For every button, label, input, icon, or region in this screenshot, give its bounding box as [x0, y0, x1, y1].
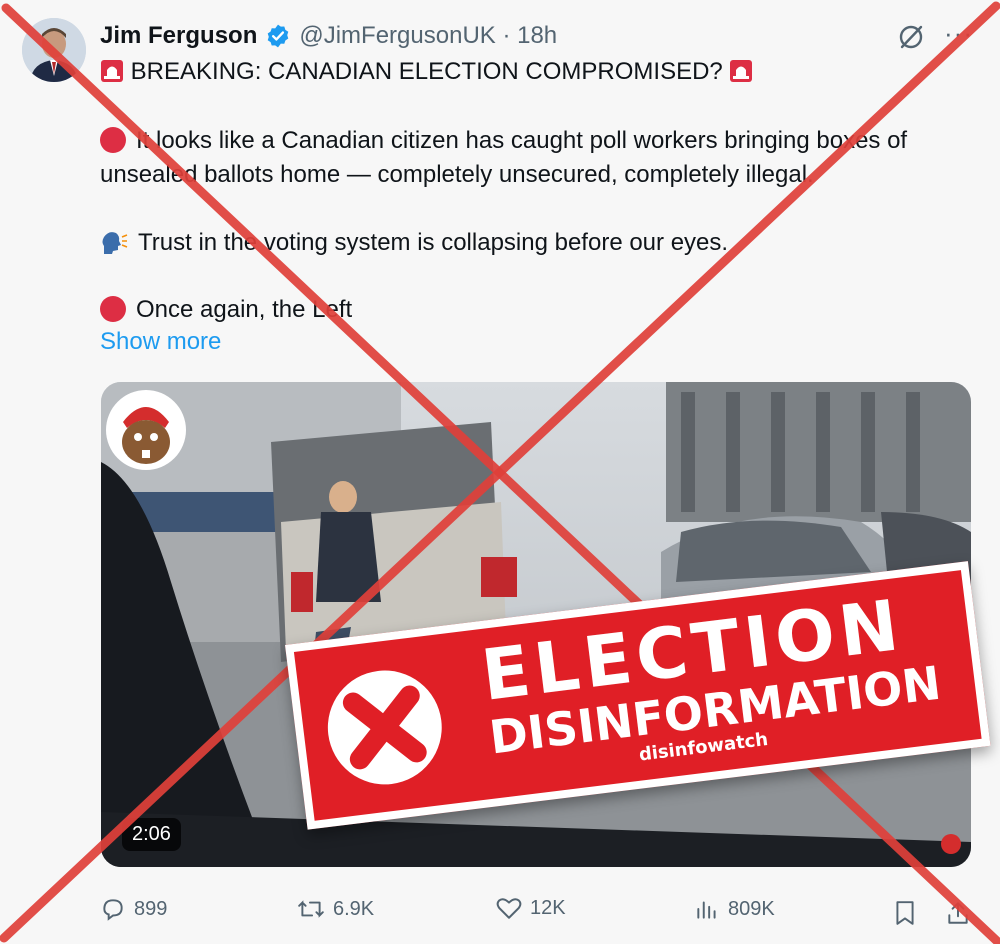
grok-icon[interactable] — [896, 22, 926, 52]
like-count: 12K — [530, 896, 566, 919]
paragraph-1-line-1: It looks like a Canadian citizen has cau… — [136, 127, 908, 154]
video-duration: 2:06 — [122, 818, 181, 851]
author-handle[interactable]: @JimFergusonUK · 18h — [299, 22, 557, 50]
tweet-headline: BREAKING: CANADIAN ELECTION COMPROMISED? — [100, 58, 753, 86]
speaking-head-icon — [102, 232, 128, 254]
paragraph-1-line-2: unsealed ballots home — completely unsec… — [100, 161, 814, 188]
repost-icon — [298, 900, 324, 918]
red-circle-icon — [100, 127, 126, 153]
views-chart-icon — [697, 901, 716, 919]
headline-text: BREAKING: CANADIAN ELECTION COMPROMISED? — [124, 58, 730, 85]
action-bar: 899 6.9K 12K 809K — [100, 896, 980, 932]
avatar[interactable] — [22, 18, 86, 82]
paragraph-3-text: Once again, the Left — [136, 296, 353, 323]
heart-icon — [496, 898, 522, 919]
tweet-paragraph-2: Trust in the voting system is collapsing… — [100, 229, 728, 257]
more-options-icon[interactable]: ··· — [944, 18, 973, 49]
verified-badge-icon — [268, 24, 289, 48]
repost-button[interactable]: 6.9K — [297, 896, 374, 922]
author-name[interactable]: Jim Ferguson — [100, 22, 257, 50]
reply-count: 899 — [134, 897, 168, 920]
x-circle-icon — [327, 670, 442, 785]
show-more-link[interactable]: Show more — [100, 328, 221, 356]
red-circle-icon — [100, 296, 126, 322]
paragraph-2-text: Trust in the voting system is collapsing… — [138, 229, 729, 256]
tweet-header: Jim Ferguson @JimFergusonUK · 18h — [100, 20, 557, 52]
like-button[interactable]: 12K — [496, 896, 566, 920]
views-count: 809K — [728, 897, 775, 920]
tweet-paragraph-3: Once again, the Left — [100, 296, 352, 324]
bookmark-icon[interactable] — [893, 900, 917, 926]
repost-count: 6.9K — [333, 897, 375, 920]
siren-icon — [730, 60, 753, 82]
tweet-paragraph-1: It looks like a Canadian citizen has cau… — [100, 127, 907, 155]
reply-button[interactable]: 899 — [100, 896, 167, 922]
siren-icon — [101, 60, 123, 82]
views-button[interactable]: 809K — [694, 896, 775, 922]
reply-icon — [103, 899, 123, 921]
share-icon[interactable] — [945, 900, 971, 926]
